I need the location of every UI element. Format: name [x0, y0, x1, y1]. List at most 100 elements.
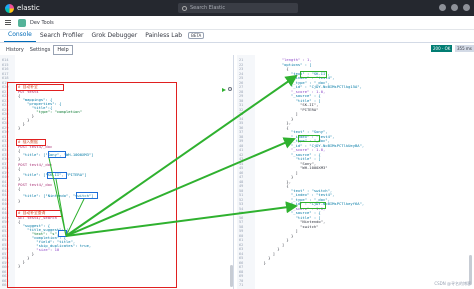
line-number: 40: [239, 143, 244, 148]
line-number: 51: [239, 193, 244, 197]
search-icon: [182, 5, 187, 11]
line-number: 27: [239, 85, 244, 89]
elastic-logo[interactable]: elastic: [5, 3, 40, 13]
annotation-comment3-box: [16, 210, 62, 217]
line-number: 56: [239, 215, 244, 220]
line-number: 53: [239, 202, 244, 206]
line-number: 618: [2, 76, 9, 80]
console-toolbar: History Settings Help 200 - OK 355 ms: [0, 44, 474, 55]
line-number: 22: [239, 62, 244, 67]
annotation-response-skii-box: [300, 71, 327, 78]
line-number: 614: [2, 58, 9, 62]
wrench-icon[interactable]: [228, 87, 232, 91]
settings-button[interactable]: Settings: [27, 46, 54, 54]
help-icon[interactable]: [439, 4, 446, 11]
line-number: 63: [239, 247, 244, 251]
annotation-response-sony-box: [298, 135, 320, 142]
watermark: CSDN @寻名的博客: [434, 281, 471, 286]
line-number: 69: [239, 274, 244, 278]
line-number: 30: [239, 98, 244, 103]
line-number: 48: [239, 179, 244, 184]
line-number: 34: [239, 116, 244, 121]
line-number: 42: [239, 152, 244, 157]
line-number: 32: [239, 107, 244, 112]
header-actions: [439, 4, 470, 11]
annotation-s-text-box: [58, 230, 67, 237]
tab-search-profiler[interactable]: Search Profiler: [36, 32, 88, 42]
line-number: 26: [239, 80, 244, 85]
line-number: 33: [239, 112, 244, 116]
line-number: 58: [239, 224, 244, 229]
line-number: 21: [239, 58, 244, 62]
tab-console[interactable]: Console: [4, 31, 36, 42]
line-number: 57: [239, 220, 244, 224]
user-avatar[interactable]: [463, 4, 470, 11]
line-number: 52: [239, 197, 244, 202]
request-time-badge: 355 ms: [455, 45, 474, 52]
send-request-icon[interactable]: [222, 88, 226, 92]
line-number: 617: [2, 71, 9, 76]
line-number: 59: [239, 229, 244, 233]
tab-painless-lab[interactable]: Painless Lab: [141, 32, 186, 42]
annotation-comment1-box: [16, 84, 64, 91]
response-line: }: [259, 259, 266, 265]
request-scrollbar[interactable]: [230, 265, 233, 287]
global-search-input[interactable]: Search Elastic: [178, 3, 298, 13]
line-number: 38: [239, 134, 244, 139]
line-number: 70: [239, 278, 244, 283]
breadcrumb-dev-tools[interactable]: Dev Tools: [30, 20, 54, 26]
space-avatar[interactable]: [18, 18, 26, 27]
history-button[interactable]: History: [3, 46, 27, 54]
logo-text: elastic: [17, 4, 40, 12]
line-number: 45: [239, 166, 244, 170]
line-number: 36: [239, 125, 244, 130]
annotation-comment2-box: [16, 139, 46, 146]
dev-tools-tabs: Console Search Profiler Grok Debugger Pa…: [0, 30, 474, 43]
line-number: 66: [239, 260, 244, 265]
line-number: 35: [239, 121, 244, 125]
annotation-sony-box: [48, 151, 66, 158]
line-number: 28: [239, 89, 244, 94]
line-number: 44: [239, 161, 244, 166]
line-number: 23: [239, 67, 244, 71]
hamburger-menu-icon[interactable]: [5, 20, 11, 25]
line-number: 31: [239, 103, 244, 107]
beta-badge: BETA: [188, 32, 205, 39]
line-number: 37: [239, 130, 244, 134]
line-number: 62: [239, 242, 244, 247]
line-number: 41: [239, 148, 244, 152]
line-number: 68: [239, 269, 244, 274]
search-placeholder: Search Elastic: [190, 5, 226, 11]
annotation-request-box: [7, 82, 177, 288]
help-button[interactable]: Help: [53, 44, 73, 55]
line-number: 50: [239, 188, 244, 193]
top-header: elastic Search Elastic: [0, 0, 474, 16]
line-number: 67: [239, 265, 244, 269]
line-number: 61: [239, 238, 244, 242]
breadcrumb-bar: Dev Tools: [0, 16, 474, 30]
line-number: 64: [239, 251, 244, 256]
line-number: 25: [239, 76, 244, 80]
status-badge: 200 - OK: [431, 45, 453, 52]
line-number: 46: [239, 170, 244, 175]
line-number: 43: [239, 157, 244, 161]
line-number: 55: [239, 211, 244, 215]
annotation-switch-box: [76, 192, 98, 199]
response-viewer[interactable]: 21 22 23 24 25 26 27 28 29 30 31 32 33 34 35 36 37 38 39 40…: [237, 55, 474, 289]
annotation-response-switch-box: [300, 202, 326, 209]
annotation-skii-box: [47, 172, 67, 179]
line-number: 39: [239, 139, 244, 143]
elastic-logo-icon: [5, 3, 14, 13]
line-number: 47: [239, 175, 244, 179]
tab-grok-debugger[interactable]: Grok Debugger: [87, 32, 141, 42]
line-number: 54: [239, 206, 244, 211]
line-number: 49: [239, 184, 244, 188]
line-number: 24: [239, 71, 244, 76]
line-number: 615: [2, 62, 9, 67]
line-number: 60: [239, 233, 244, 238]
response-gutter: 21 22 23 24 25 26 27 28 29 30 31 32 33 34 35 36 37 38 39 40…: [237, 55, 255, 289]
line-number: 29: [239, 94, 244, 98]
line-number: 71: [239, 283, 244, 287]
newsfeed-icon[interactable]: [451, 4, 458, 11]
line-number: 616: [2, 67, 9, 71]
